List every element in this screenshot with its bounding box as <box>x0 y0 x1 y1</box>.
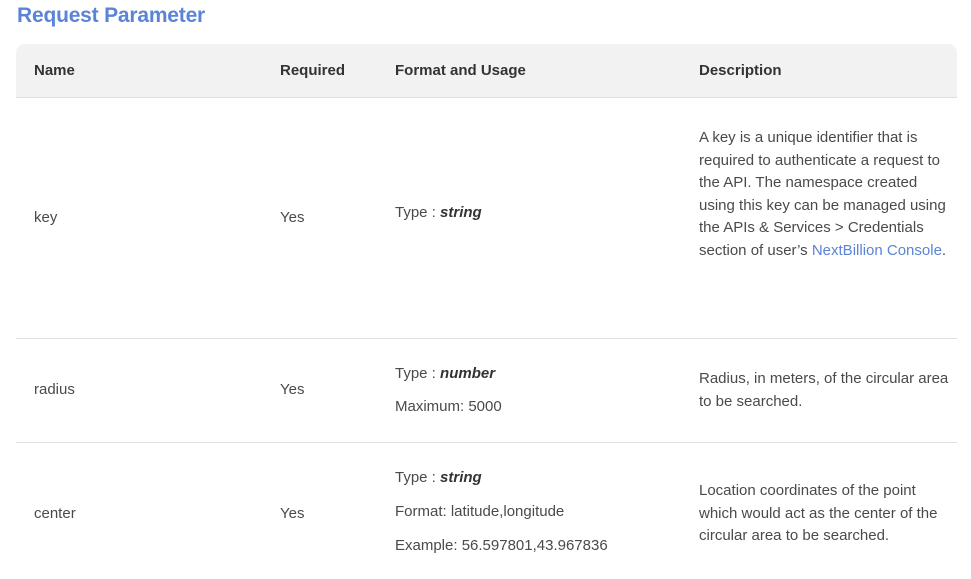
param-format: Type : string Format: latitude,longitude… <box>395 461 608 563</box>
param-required: Yes <box>280 381 305 398</box>
param-description: A key is a unique identifier that is req… <box>699 127 949 262</box>
type-label: Type : <box>395 469 441 486</box>
type-value: string <box>440 204 482 221</box>
column-header-description: Description <box>699 62 782 79</box>
column-header-required: Required <box>280 62 346 79</box>
table-header: Name Required Format and Usage Descripti… <box>16 44 957 98</box>
request-parameter-table: Name Required Format and Usage Descripti… <box>16 44 957 579</box>
type-label: Type : <box>395 204 441 221</box>
table-row: key Yes Type : string A key is a unique … <box>16 98 957 339</box>
description-end: . <box>941 241 947 259</box>
description-text: A key is a unique identifier that is req… <box>699 129 946 259</box>
table-row: center Yes Type : string Format: latitud… <box>16 443 957 579</box>
param-format: Type : number Maximum: 5000 <box>395 357 502 423</box>
table-row: radius Yes Type : number Maximum: 5000 R… <box>16 339 957 443</box>
param-format: Type : string <box>395 202 482 225</box>
format-extra: Format: latitude,longitude <box>395 503 565 520</box>
param-description: Radius, in meters, of the circular area … <box>699 370 949 410</box>
format-example: Example: 56.597801,43.967836 <box>395 537 608 554</box>
column-header-format: Format and Usage <box>395 62 526 79</box>
type-value: string <box>440 469 482 486</box>
page-title: Request Parameter <box>17 4 206 27</box>
nextbillion-console-link[interactable]: NextBillion Console <box>812 242 942 259</box>
type-line: Type : string <box>395 461 608 495</box>
format-extra: Maximum: 5000 <box>395 398 502 415</box>
param-name: key <box>34 209 58 226</box>
type-value: number <box>440 365 496 382</box>
param-name: center <box>34 505 76 522</box>
param-required: Yes <box>280 209 305 226</box>
param-required: Yes <box>280 505 305 522</box>
type-line: Type : number <box>395 357 502 390</box>
column-header-name: Name <box>34 62 75 79</box>
page: Request Parameter Name Required Format a… <box>0 0 971 576</box>
param-description: Location coordinates of the point which … <box>699 482 938 544</box>
param-name: radius <box>34 381 75 398</box>
type-label: Type : <box>395 365 441 382</box>
